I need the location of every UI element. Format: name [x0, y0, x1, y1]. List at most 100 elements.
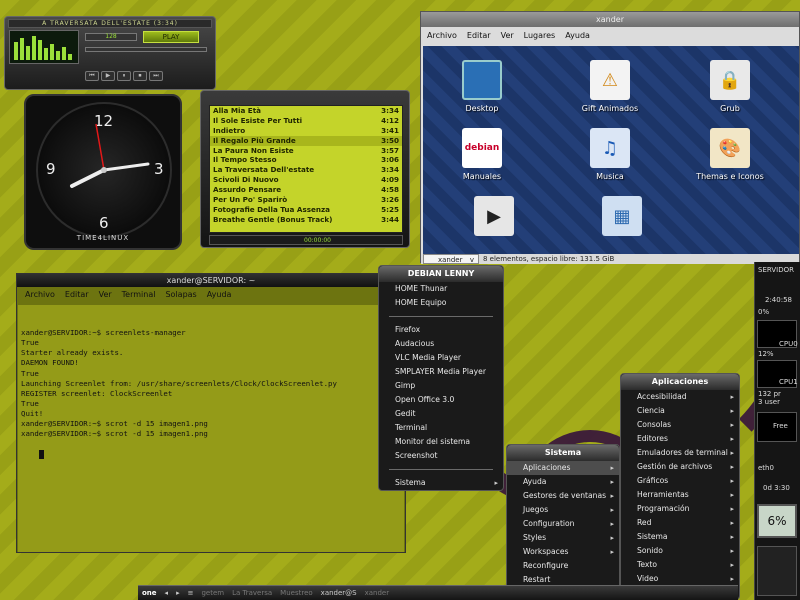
chevron-down-icon: v [469, 256, 474, 264]
folder-item-musica[interactable]: ♫ Musica [565, 128, 655, 181]
playlist-track[interactable]: Per Un Po' Sparirò 3:26 [210, 195, 402, 205]
previous-button[interactable]: ⏮ [85, 71, 99, 81]
pause-button[interactable]: ⏸ [117, 71, 131, 81]
menu-item[interactable]: Red ▸ [621, 516, 739, 530]
menu-item[interactable]: Gráficos ▸ [621, 474, 739, 488]
menu-item[interactable]: Open Office 3.0 [379, 393, 503, 407]
debian-icon: debian [462, 128, 502, 168]
location-selector[interactable]: xander v [423, 254, 479, 264]
menu-item[interactable]: Screenshot [379, 449, 503, 463]
uptime: 0d 3:30 [763, 484, 790, 492]
file-manager-title[interactable]: xander [421, 12, 799, 27]
menu-item[interactable]: Editores ▸ [621, 432, 739, 446]
menu-item[interactable]: Ayuda ▸ [507, 475, 619, 489]
mixer-controls[interactable] [757, 546, 797, 596]
taskbar-item[interactable]: xander [361, 587, 394, 600]
folder-item-desktop[interactable]: Desktop [437, 60, 527, 113]
menu-item[interactable]: Consolas ▸ [621, 418, 739, 432]
menu-lugares[interactable]: Lugares [524, 27, 556, 45]
terminal-title[interactable]: xander@SERVIDOR: ~ [17, 274, 405, 287]
playlist-track[interactable]: La Paura Non Esiste 3:57 [210, 146, 402, 156]
taskbar-item[interactable]: La Traversa [228, 587, 276, 600]
menu-ayuda[interactable]: Ayuda [565, 27, 590, 45]
menu-item[interactable]: Emuladores de terminal ▸ [621, 446, 739, 460]
next-icon[interactable]: ▸ [172, 587, 184, 600]
playlist-track[interactable]: Assurdo Pensare 4:58 [210, 185, 402, 195]
menu-editar[interactable]: Editar [65, 287, 89, 303]
menu-item[interactable]: VLC Media Player [379, 351, 503, 365]
menu-item-sistema[interactable]: Sistema ▸ [379, 476, 503, 490]
menu-item[interactable]: HOME Thunar [379, 282, 503, 296]
menu-solapas[interactable]: Solapas [165, 287, 196, 303]
folder-item-grub[interactable]: 🔒 Grub [685, 60, 775, 113]
playlist-track[interactable]: Fotografie Della Tua Assenza 5:25 [210, 205, 402, 215]
menu-ver[interactable]: Ver [501, 27, 514, 45]
playlist-track[interactable]: Breathe Gentle (Bonus Track) 3:44 [210, 215, 402, 225]
menu-item[interactable]: Herramientas ▸ [621, 488, 739, 502]
menu-ver[interactable]: Ver [99, 287, 112, 303]
folder-item-video[interactable]: ▶ [449, 196, 539, 236]
playlist-track[interactable]: Indietro 3:41 [210, 126, 402, 136]
host-name: SERVIDOR [758, 266, 794, 274]
track-duration: 3:57 [381, 145, 399, 155]
menu-item[interactable]: Firefox [379, 323, 503, 337]
menu-item[interactable]: Gedit [379, 407, 503, 421]
menu-item[interactable]: Gimp [379, 379, 503, 393]
menu-item[interactable]: Accesibilidad ▸ [621, 390, 739, 404]
track-title: Assurdo Pensare [213, 185, 282, 195]
chevron-right-icon: ▸ [610, 506, 614, 514]
menu-archivo[interactable]: Archivo [25, 287, 55, 303]
taskbar-item[interactable]: xander@S [317, 587, 361, 600]
seek-bar[interactable] [85, 47, 207, 52]
play-button[interactable]: ▶ [101, 71, 115, 81]
menu-item[interactable]: Video ▸ [621, 572, 739, 586]
chevron-right-icon: ▸ [730, 449, 734, 457]
menu-item[interactable]: Configuration ▸ [507, 517, 619, 531]
menu-item[interactable]: Gestores de ventanas ▸ [507, 489, 619, 503]
terminal-screen[interactable]: xander@SERVIDOR:~$ screenlets-manager Tru… [18, 305, 404, 552]
playlist-track[interactable]: Il Regalo Più Grande 3:50 [210, 135, 402, 146]
menu-archivo[interactable]: Archivo [427, 27, 457, 45]
playlist-track[interactable]: La Traversata Dell'estate 3:34 [210, 165, 402, 175]
folder-item-themas[interactable]: 🎨 Themas e Iconos [685, 128, 775, 181]
menu-item[interactable]: Workspaces ▸ [507, 545, 619, 559]
playlist-track[interactable]: Scivoli Di Nuovo 4:09 [210, 175, 402, 185]
playlist-track[interactable]: Il Tempo Stesso 3:06 [210, 155, 402, 165]
playlist-track[interactable]: Il Sole Esiste Per Tutti 4:12 [210, 116, 402, 126]
menu-item[interactable]: Programación ▸ [621, 502, 739, 516]
pictures-folder-icon: ▦ [602, 196, 642, 236]
play-button[interactable]: PLAY [143, 31, 199, 43]
menu-item[interactable]: Aplicaciones ▸ [507, 461, 619, 475]
folder-item-manuales[interactable]: debian Manuales [437, 128, 527, 181]
menu-item[interactable]: Monitor del sistema [379, 435, 503, 449]
playlist-track[interactable]: Alla Mia Età 3:34 [210, 106, 402, 116]
stop-button[interactable]: ⏹ [133, 71, 147, 81]
chevron-right-icon: ▸ [730, 547, 734, 555]
next-button[interactable]: ⏭ [149, 71, 163, 81]
menu-item[interactable]: Styles ▸ [507, 531, 619, 545]
menu-item[interactable]: Texto ▸ [621, 558, 739, 572]
menu-item[interactable]: HOME Equipo [379, 296, 503, 310]
menu-editar[interactable]: Editar [467, 27, 491, 45]
debian-menu-header: DEBIAN LENNY [379, 266, 503, 282]
menu-item[interactable]: Sistema ▸ [621, 530, 739, 544]
menu-icon[interactable]: ≡ [184, 587, 198, 600]
menu-item[interactable]: Gestión de archivos ▸ [621, 460, 739, 474]
menu-item[interactable]: Juegos ▸ [507, 503, 619, 517]
menu-item[interactable]: Sonido ▸ [621, 544, 739, 558]
system-monitor: SERVIDOR 2:40:58 0% CPU0 12% CPU1 132 pr… [754, 262, 800, 600]
menu-item[interactable]: Reconfigure [507, 559, 619, 573]
folder-item-imagenes[interactable]: ▦ [577, 196, 667, 236]
menu-item[interactable]: Audacious [379, 337, 503, 351]
menu-terminal[interactable]: Terminal [122, 287, 156, 303]
menu-ayuda[interactable]: Ayuda [207, 287, 232, 303]
menu-item[interactable]: SMPLAYER Media Player [379, 365, 503, 379]
folder-item-gift-animados[interactable]: ⚠ Gift Animados [565, 60, 655, 113]
menu-item[interactable]: Terminal [379, 421, 503, 435]
taskbar-item[interactable]: Muestreo [276, 587, 317, 600]
playlist-controls: 00:00:00 [209, 235, 403, 245]
prev-icon[interactable]: ◂ [161, 587, 173, 600]
menu-item[interactable]: Ciencia ▸ [621, 404, 739, 418]
taskbar-item[interactable]: getem [197, 587, 228, 600]
workspace-name[interactable]: one [138, 587, 161, 600]
